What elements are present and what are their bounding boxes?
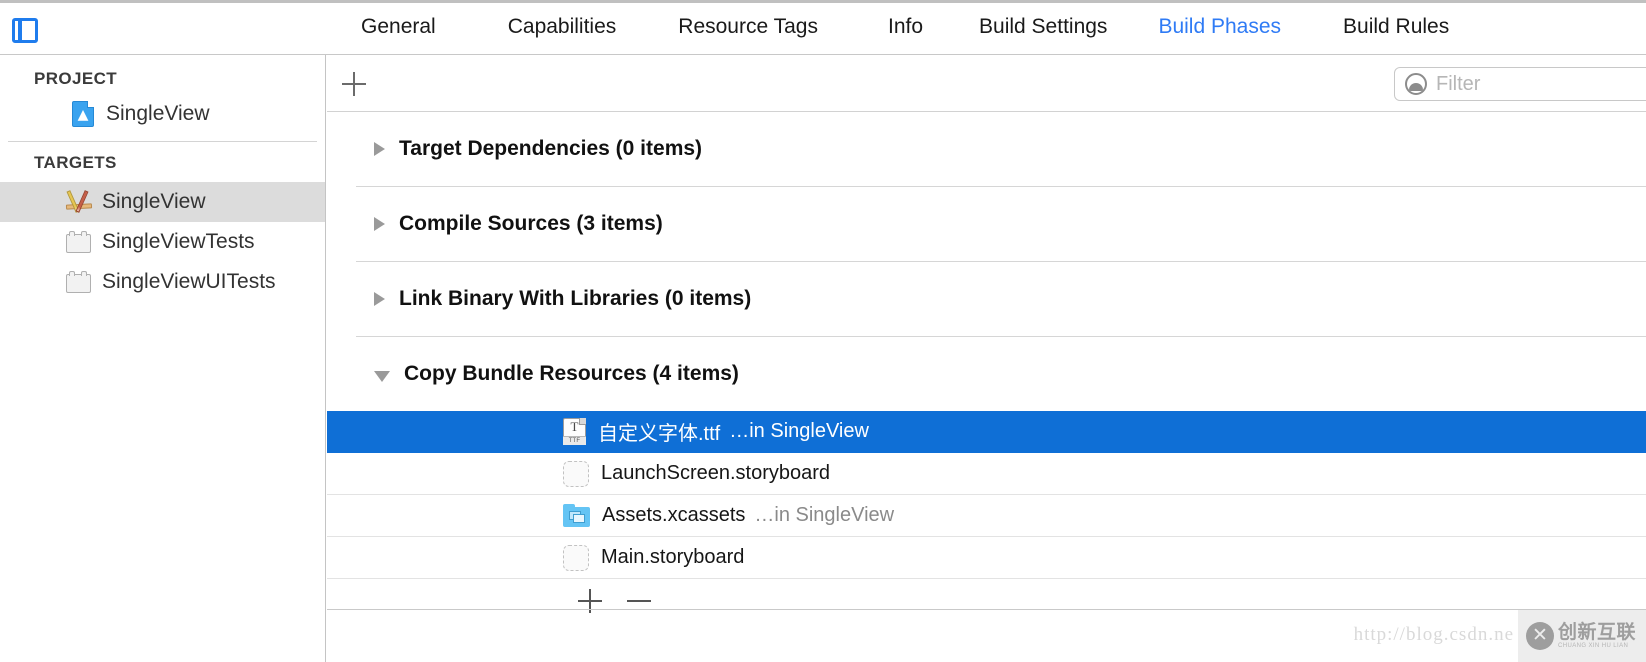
chevron-right-icon[interactable] [374, 292, 385, 306]
xcode-project-icon: ▲ [72, 101, 94, 127]
build-phase-title: Target Dependencies (0 items) [399, 137, 702, 161]
build-phases-pane: Filter Target Dependencies (0 items) Com… [327, 55, 1646, 662]
filter-placeholder: Filter [1436, 73, 1480, 96]
sidebar-item-label: SingleViewUITests [102, 270, 276, 294]
xcode-target-editor-window: General Capabilities Resource Tags Info … [0, 0, 1646, 662]
bottom-divider [327, 609, 1646, 610]
watermark-logo-icon: ✕ [1526, 622, 1554, 650]
tab-resource-tags[interactable]: Resource Tags [678, 15, 818, 39]
sidebar-item-project-singleview[interactable]: ▲ SingleView [0, 95, 325, 133]
file-name: LaunchScreen.storyboard [601, 462, 830, 485]
build-phase-target-dependencies[interactable]: Target Dependencies (0 items) [327, 112, 1646, 186]
build-phase-list: Target Dependencies (0 items) Compile So… [327, 112, 1646, 623]
xcassets-folder-icon [563, 504, 590, 527]
top-toolbar: General Capabilities Resource Tags Info … [0, 0, 1646, 55]
chevron-right-icon[interactable] [374, 142, 385, 156]
table-row[interactable]: Assets.xcassets …in SingleView [327, 495, 1646, 537]
table-row[interactable]: TTTF 自定义字体.ttf …in SingleView [327, 411, 1646, 453]
project-targets-sidebar: PROJECT ▲ SingleView TARGETS SingleView … [0, 55, 326, 662]
file-name: Assets.xcassets [602, 504, 745, 527]
tab-general[interactable]: General [361, 15, 436, 39]
sidebar-group-targets: TARGETS [34, 153, 325, 173]
build-phase-copy-bundle-resources[interactable]: Copy Bundle Resources (4 items) [327, 337, 1646, 411]
watermark-url: http://blog.csdn.ne [1354, 624, 1514, 646]
file-name: Main.storyboard [601, 546, 744, 569]
build-phase-title: Compile Sources (3 items) [399, 212, 663, 236]
file-location: …in SingleView [754, 504, 894, 527]
sidebar-group-project: PROJECT [34, 69, 325, 89]
xcode-target-icon [66, 190, 92, 214]
file-location: …in SingleView [729, 420, 869, 443]
add-build-phase-button[interactable] [342, 72, 366, 96]
watermark-badge: ✕ 创新互联 CHUANG XIN HU LIAN [1518, 610, 1646, 662]
file-list-controls [327, 579, 1646, 623]
blank-file-icon [563, 545, 589, 571]
sidebar-item-label: SingleViewTests [102, 230, 255, 254]
filter-circle-icon [1405, 73, 1427, 95]
watermark-brand-en: CHUANG XIN HU LIAN [1558, 643, 1636, 649]
sidebar-item-target-singleviewuitests[interactable]: SingleViewUITests [0, 262, 325, 302]
test-bundle-icon [66, 271, 91, 293]
test-bundle-icon [66, 231, 91, 253]
tab-build-phases[interactable]: Build Phases [1158, 15, 1281, 39]
table-row[interactable]: Main.storyboard [327, 537, 1646, 579]
sidebar-item-label: SingleView [106, 102, 210, 126]
build-phase-title: Link Binary With Libraries (0 items) [399, 287, 751, 311]
filter-field[interactable]: Filter [1394, 67, 1646, 101]
chevron-down-icon[interactable] [374, 371, 390, 382]
build-phase-title: Copy Bundle Resources (4 items) [404, 362, 739, 386]
editor-tab-bar: General Capabilities Resource Tags Info … [326, 0, 1449, 54]
table-row[interactable]: LaunchScreen.storyboard [327, 453, 1646, 495]
sidebar-item-target-singleview[interactable]: SingleView [0, 182, 325, 222]
sidebar-item-target-singleviewtests[interactable]: SingleViewTests [0, 222, 325, 262]
sidebar-item-label: SingleView [102, 190, 206, 214]
tab-build-settings[interactable]: Build Settings [979, 15, 1107, 39]
chevron-right-icon[interactable] [374, 217, 385, 231]
copy-bundle-resources-file-list: TTTF 自定义字体.ttf …in SingleView LaunchScre… [327, 411, 1646, 579]
sidebar-toggle-icon[interactable] [12, 18, 38, 43]
build-phase-compile-sources[interactable]: Compile Sources (3 items) [327, 187, 1646, 261]
watermark-brand-cn: 创新互联 [1558, 623, 1636, 643]
build-phases-toolbar: Filter [327, 55, 1646, 112]
build-phase-link-binary-with-libraries[interactable]: Link Binary With Libraries (0 items) [327, 262, 1646, 336]
blank-file-icon [563, 461, 589, 487]
ttf-font-file-icon: TTTF [563, 418, 586, 445]
file-name: 自定义字体.ttf [598, 417, 720, 446]
tab-capabilities[interactable]: Capabilities [508, 15, 617, 39]
tab-info[interactable]: Info [888, 15, 923, 39]
tab-build-rules[interactable]: Build Rules [1343, 15, 1449, 39]
